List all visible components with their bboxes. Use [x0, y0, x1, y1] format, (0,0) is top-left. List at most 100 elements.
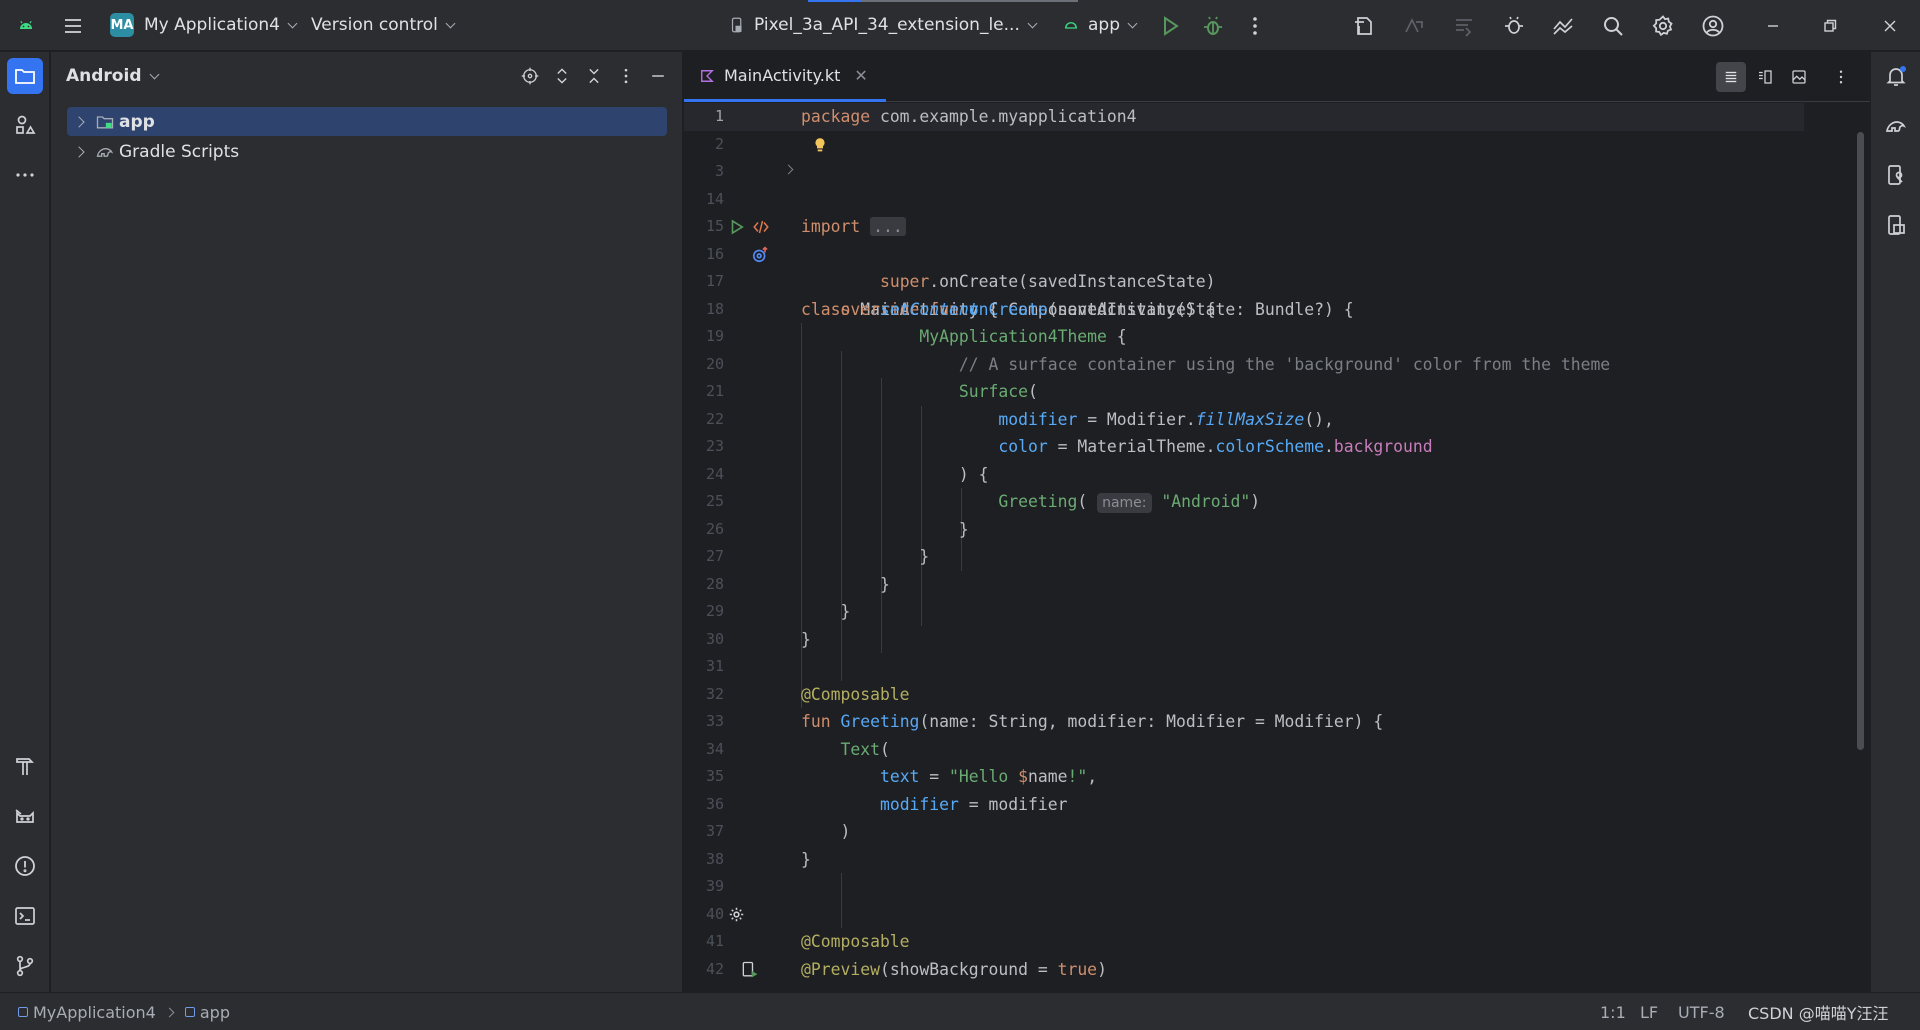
problems-warning-icon: [15, 856, 35, 876]
bell-icon: [1886, 66, 1906, 86]
breadcrumb-module[interactable]: app: [200, 1003, 230, 1022]
caret-position[interactable]: 1:1: [1600, 993, 1626, 1030]
version-control-tool-button[interactable]: [7, 948, 43, 984]
close-window-icon[interactable]: [1872, 8, 1908, 44]
preview-gutter-icon[interactable]: [740, 960, 760, 980]
collapse-all-icon[interactable]: [578, 58, 610, 94]
git-branch-icon: [16, 955, 34, 977]
line-number: 39: [705, 877, 724, 895]
module-square-icon: [18, 1007, 28, 1017]
resource-manager-button[interactable]: [7, 107, 43, 143]
line-number: 22: [705, 409, 724, 428]
split-view-button[interactable]: [1750, 62, 1780, 92]
run-icon[interactable]: [1152, 8, 1188, 44]
apply-code-changes-icon[interactable]: [1396, 8, 1432, 44]
android-logo-icon[interactable]: [8, 8, 44, 44]
hammer-icon: [16, 758, 35, 775]
editor-options-button[interactable]: [1826, 62, 1856, 92]
running-devices-button[interactable]: [1878, 207, 1914, 243]
code-line: }: [801, 602, 851, 621]
line-separator[interactable]: LF: [1640, 993, 1658, 1030]
apply-changes-icon[interactable]: [1346, 8, 1382, 44]
settings-gear-icon[interactable]: [1645, 8, 1681, 44]
device-manager-disabled-icon[interactable]: [1446, 8, 1482, 44]
project-selector[interactable]: MA My Application4: [110, 0, 298, 51]
code-line: }: [801, 574, 890, 594]
main-menu-icon[interactable]: [55, 8, 91, 44]
run-config-name: app: [1088, 15, 1120, 35]
more-tool-windows-button[interactable]: [7, 157, 43, 193]
problems-tool-button[interactable]: [7, 848, 43, 884]
vcs-menu[interactable]: Version control: [311, 0, 456, 51]
code-line: setContent {: [879, 299, 999, 319]
code-marker-icon[interactable]: [751, 218, 771, 236]
line-number: 27: [705, 547, 724, 565]
line-number: 29: [705, 602, 724, 620]
restore-window-icon[interactable]: [1812, 8, 1848, 44]
run-config-selector[interactable]: app: [1062, 0, 1138, 51]
project-tool-button[interactable]: [7, 58, 43, 94]
debug-icon[interactable]: [1195, 8, 1231, 44]
code-view-button[interactable]: [1716, 62, 1746, 92]
gradle-icon: [96, 147, 114, 157]
attach-debugger-icon[interactable]: [1496, 8, 1532, 44]
code-line: }: [801, 629, 811, 649]
logcat-tool-button[interactable]: [7, 798, 43, 834]
line-number: 25: [705, 492, 724, 510]
status-bar: MyApplication4 app 1:1 LF UTF-8 CSDN @喵喵…: [0, 992, 1920, 1030]
chevron-down-icon: [1127, 18, 1138, 28]
close-tab-icon[interactable]: ✕: [854, 66, 867, 85]
editor-tab-bar: MainActivity.kt ✕: [684, 52, 1870, 102]
fold-expand-icon[interactable]: [783, 164, 794, 175]
resource-manager-icon: [16, 115, 36, 134]
notifications-button[interactable]: [1878, 58, 1914, 94]
breadcrumb-project[interactable]: MyApplication4: [33, 1003, 156, 1022]
hide-panel-icon[interactable]: [642, 58, 674, 94]
profiler-icon[interactable]: [1545, 8, 1581, 44]
build-tool-button[interactable]: [7, 748, 43, 784]
more-actions-icon[interactable]: [1237, 8, 1273, 44]
device-name: Pixel_3a_API_34_extension_le...: [754, 15, 1020, 35]
kotlin-file-icon: [701, 69, 714, 82]
override-gutter-icon[interactable]: [750, 245, 770, 265]
code-line: Text(: [840, 739, 890, 759]
line-number: 28: [705, 574, 724, 593]
device-selector[interactable]: Pixel_3a_API_34_extension_le...: [728, 0, 1038, 51]
tab-main-activity[interactable]: MainActivity.kt ✕: [684, 52, 886, 102]
line-number: 40: [705, 904, 724, 923]
preview-settings-gear-icon[interactable]: [728, 906, 745, 923]
line-number: 26: [705, 519, 724, 538]
tree-item-app[interactable]: app: [67, 107, 667, 136]
minimize-window-icon[interactable]: [1755, 8, 1791, 44]
expand-all-icon[interactable]: [546, 58, 578, 94]
line-number: 38: [705, 849, 724, 868]
search-icon[interactable]: [1595, 8, 1631, 44]
module-folder-icon: [96, 115, 114, 128]
device-manager-button[interactable]: [1878, 157, 1914, 193]
chevron-down-icon: [1027, 18, 1038, 28]
gradle-tool-button[interactable]: [1878, 107, 1914, 143]
tree-item-gradle-scripts[interactable]: Gradle Scripts: [67, 137, 667, 166]
design-view-button[interactable]: [1784, 62, 1814, 92]
account-avatar-icon[interactable]: [1695, 8, 1731, 44]
panel-options-icon[interactable]: [610, 58, 642, 94]
line-number: 15: [705, 217, 724, 235]
code-editor: MainActivity.kt ✕ 1 package com.example.m…: [684, 52, 1870, 992]
project-name: My Application4: [144, 15, 280, 35]
run-gutter-icon[interactable]: [728, 218, 746, 236]
line-number: 33: [705, 712, 724, 730]
file-encoding[interactable]: UTF-8: [1678, 993, 1725, 1030]
chevron-right-icon[interactable]: [73, 115, 85, 128]
line-number: 42: [705, 959, 724, 978]
select-opened-file-icon[interactable]: [514, 58, 546, 94]
code-area[interactable]: 1 package com.example.myapplication4 2 3 …: [684, 103, 1804, 992]
editor-scrollbar[interactable]: [1857, 132, 1864, 750]
line-number: 20: [705, 354, 724, 373]
line-number: 36: [705, 794, 724, 813]
line-number: 24: [705, 464, 724, 483]
code-line: @Composable: [801, 932, 910, 951]
chevron-right-icon[interactable]: [73, 145, 85, 158]
terminal-tool-button[interactable]: [7, 898, 43, 934]
intention-bulb-icon[interactable]: [811, 135, 829, 155]
code-line: super.onCreate(savedInstanceState): [879, 272, 1216, 291]
